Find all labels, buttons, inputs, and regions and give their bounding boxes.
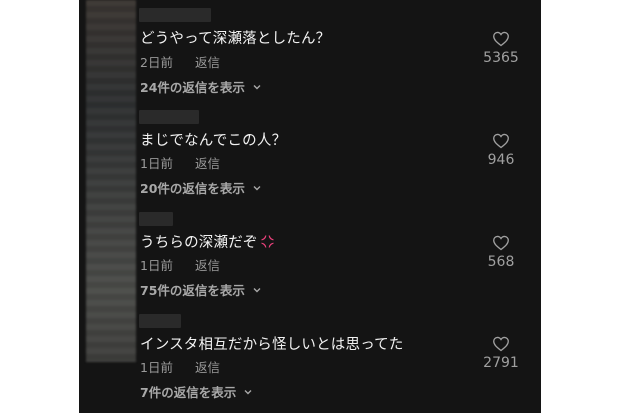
view-replies-label: 7件の返信を表示 — [140, 385, 237, 400]
view-replies-button[interactable]: 7件の返信を表示 — [140, 382, 253, 401]
view-replies-button[interactable]: 24件の返信を表示 — [140, 77, 262, 96]
blurred-username — [139, 212, 173, 226]
like-count: 2791 — [483, 355, 519, 371]
comments-panel: どうやって深瀬落としたん？ 2日前 返信 24件の返信を表示 5365 まじでなん… — [79, 0, 541, 413]
comment-time: 1日前 — [140, 156, 173, 171]
chevron-down-icon — [253, 185, 261, 190]
like-count: 568 — [487, 254, 515, 270]
comment-meta: 2日前 返信 — [140, 52, 220, 71]
heart-outline-icon — [493, 31, 509, 47]
comment-item: インスタ相互だから怪しいとは思ってた 1日前 返信 7件の返信を表示 2791 — [79, 306, 541, 406]
like-button[interactable]: 2791 — [461, 336, 541, 371]
comment-time: 1日前 — [140, 360, 173, 375]
like-button[interactable]: 568 — [461, 235, 541, 270]
view-replies-button[interactable]: 20件の返信を表示 — [140, 178, 262, 197]
blurred-username — [139, 314, 181, 328]
reply-button[interactable]: 返信 — [195, 360, 220, 375]
comment-item: どうやって深瀬落としたん？ 2日前 返信 24件の返信を表示 5365 — [79, 0, 541, 100]
heart-outline-icon — [493, 133, 509, 149]
reply-button[interactable]: 返信 — [195, 156, 220, 171]
blurred-username — [139, 110, 199, 124]
like-count: 946 — [487, 152, 515, 168]
comment-text: どうやって深瀬落としたん？ — [140, 31, 331, 47]
comment-text: うちらの深瀬だぞ — [140, 231, 275, 252]
comment-item: うちらの深瀬だぞ 1日前 返信 75件の返信を表示 568 — [79, 204, 541, 304]
comment-text-content: うちらの深瀬だぞ — [140, 235, 258, 251]
heart-outline-icon — [493, 336, 509, 352]
chevron-down-icon — [244, 389, 252, 394]
comment-time: 2日前 — [140, 55, 173, 70]
comment-text: まじでなんでこの人？ — [140, 133, 287, 149]
comment-meta: 1日前 返信 — [140, 153, 220, 172]
view-replies-label: 75件の返信を表示 — [140, 283, 245, 298]
chevron-down-icon — [253, 287, 261, 292]
comment-item: まじでなんでこの人？ 1日前 返信 20件の返信を表示 946 — [79, 102, 541, 202]
chevron-down-icon — [253, 84, 261, 89]
like-count: 5365 — [483, 50, 519, 66]
reply-button[interactable]: 返信 — [195, 55, 220, 70]
comment-meta: 1日前 返信 — [140, 255, 220, 274]
view-replies-label: 24件の返信を表示 — [140, 80, 245, 95]
blurred-username — [139, 8, 211, 22]
heart-outline-icon — [493, 235, 509, 251]
comment-time: 1日前 — [140, 258, 173, 273]
like-button[interactable]: 946 — [461, 133, 541, 168]
view-replies-label: 20件の返信を表示 — [140, 181, 245, 196]
comment-meta: 1日前 返信 — [140, 357, 220, 376]
anger-symbol-icon — [261, 235, 274, 248]
view-replies-button[interactable]: 75件の返信を表示 — [140, 280, 262, 299]
like-button[interactable]: 5365 — [461, 31, 541, 66]
reply-button[interactable]: 返信 — [195, 258, 220, 273]
comment-text: インスタ相互だから怪しいとは思ってた — [140, 337, 404, 353]
